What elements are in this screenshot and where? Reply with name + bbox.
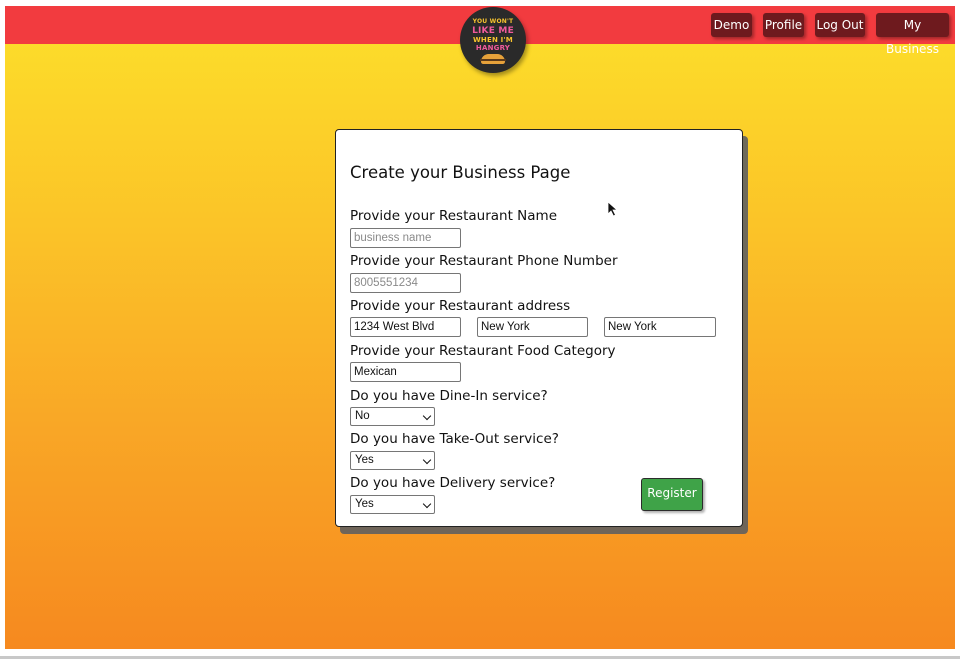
nav-logout-button[interactable]: Log Out: [815, 13, 865, 37]
address-city-input[interactable]: [477, 317, 588, 337]
register-button[interactable]: Register: [641, 478, 703, 511]
address-state-input[interactable]: [604, 317, 716, 337]
restaurant-name-label: Provide your Restaurant Name: [350, 208, 557, 224]
chevron-down-icon: [422, 411, 432, 421]
food-category-label: Provide your Restaurant Food Category: [350, 343, 616, 359]
chevron-down-icon: [422, 499, 432, 509]
business-form-card: Create your Business Page Provide your R…: [335, 129, 743, 527]
delivery-value: Yes: [355, 498, 374, 510]
dine-in-label: Do you have Dine-In service?: [350, 388, 548, 404]
delivery-select[interactable]: Yes: [350, 495, 435, 514]
page-background: Demo Profile Log Out My Business YOU WON…: [5, 6, 955, 649]
form-title: Create your Business Page: [350, 163, 571, 182]
nav-my-business-button[interactable]: My Business: [876, 13, 949, 56]
delivery-label: Do you have Delivery service?: [350, 475, 556, 491]
phone-input[interactable]: [350, 273, 461, 293]
take-out-value: Yes: [355, 454, 374, 466]
dine-in-select[interactable]: No: [350, 407, 435, 426]
burger-icon: [480, 54, 506, 64]
take-out-label: Do you have Take-Out service?: [350, 431, 559, 447]
mouse-cursor-icon: [607, 201, 619, 217]
restaurant-name-input[interactable]: [350, 228, 461, 248]
address-street-input[interactable]: [350, 317, 461, 337]
logo-text: YOU WON'T LIKE ME WHEN I'M HANGRY: [472, 18, 514, 52]
nav-profile-button[interactable]: Profile: [763, 13, 804, 37]
dine-in-value: No: [355, 410, 370, 422]
address-label: Provide your Restaurant address: [350, 298, 571, 314]
food-category-input[interactable]: [350, 362, 461, 382]
phone-label: Provide your Restaurant Phone Number: [350, 253, 618, 269]
nav-demo-button[interactable]: Demo: [711, 13, 752, 37]
take-out-select[interactable]: Yes: [350, 451, 435, 470]
hangry-logo[interactable]: YOU WON'T LIKE ME WHEN I'M HANGRY: [460, 7, 526, 73]
chevron-down-icon: [422, 455, 432, 465]
